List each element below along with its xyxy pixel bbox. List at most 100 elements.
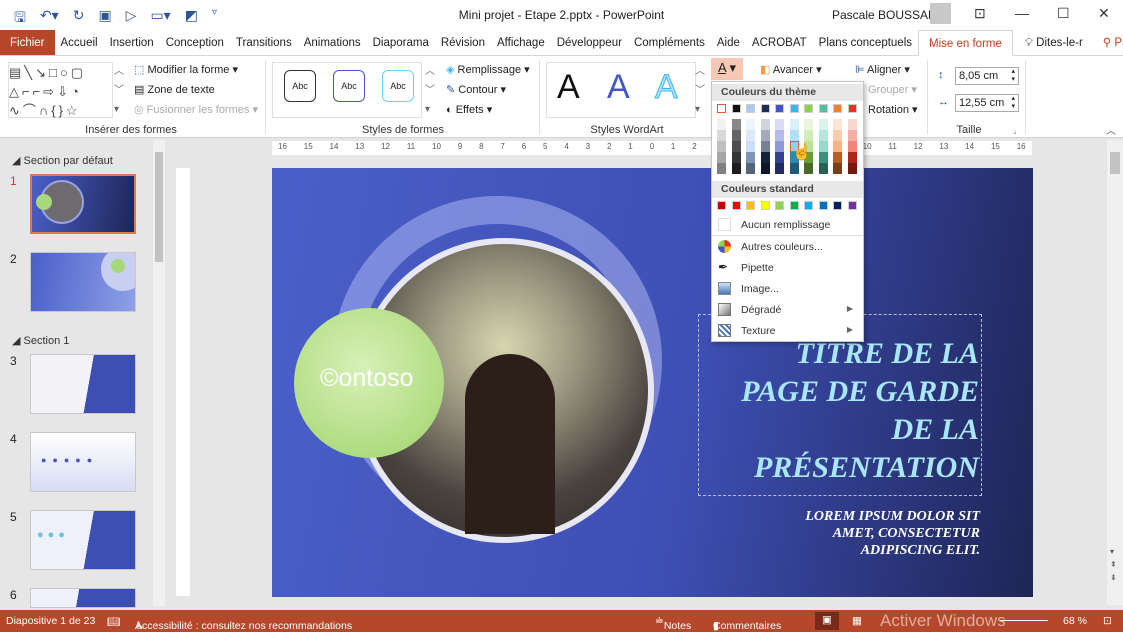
tab-insertion[interactable]: Insertion xyxy=(104,30,160,55)
theme-color-shade[interactable] xyxy=(775,130,784,141)
theme-color-swatch[interactable] xyxy=(760,104,770,113)
theme-color-shade[interactable] xyxy=(818,141,828,152)
theme-color-shade[interactable] xyxy=(804,163,813,174)
standard-color-swatch[interactable] xyxy=(847,201,857,210)
size-dialog-launcher[interactable]: ⌟ xyxy=(1013,126,1017,135)
tell-me[interactable]: 💡︎ Dites-le-r xyxy=(1013,30,1089,55)
notes-button[interactable]: ≐ Notes xyxy=(655,615,691,632)
section-default[interactable]: ◢ Section par défaut xyxy=(12,154,113,167)
shapes-gallery[interactable]: ▤╲↘□○▢ △⌐⌐⇨⇩◔ ∿⌒∩{}☆ xyxy=(8,62,113,118)
zoom-level[interactable]: 68 % xyxy=(1063,615,1087,627)
theme-color-shade[interactable] xyxy=(731,130,741,141)
group-button[interactable]: Grouper ▾ xyxy=(868,83,917,96)
theme-color-shade[interactable] xyxy=(789,119,799,130)
wordart-scroll[interactable]: ︿ ﹀ ▾ xyxy=(695,62,705,119)
theme-color-shade[interactable] xyxy=(775,163,784,174)
menu-item-eyedropper[interactable]: Pipette xyxy=(741,262,774,274)
tab-accueil[interactable]: Accueil xyxy=(55,30,104,55)
fit-to-window-button[interactable]: ⊡ xyxy=(1103,615,1112,627)
menu-item-no-fill[interactable]: Aucun remplissage xyxy=(741,219,830,231)
maximize-button[interactable]: ☐ xyxy=(1057,5,1070,22)
slide-canvas[interactable]: ©ontoso TITRE DE LA PAGE DE GARDE DE LA … xyxy=(272,168,1033,597)
theme-color-shade[interactable] xyxy=(746,130,755,141)
slide-sorter-button[interactable]: ▦ xyxy=(852,615,862,627)
merge-shapes-button[interactable]: ◎ Fusionner les formes ▾ xyxy=(134,103,258,116)
rotate-button[interactable]: Rotation ▾ xyxy=(868,103,918,116)
menu-item-gradient[interactable]: Dégradé ▶ xyxy=(741,304,861,316)
theme-color-shade[interactable] xyxy=(789,130,799,141)
theme-color-shade[interactable] xyxy=(847,119,857,130)
shape-style-3[interactable]: Abc xyxy=(382,70,414,102)
theme-color-shade[interactable] xyxy=(847,141,857,152)
user-name[interactable]: Pascale BOUSSARD xyxy=(832,8,945,22)
slide-thumbnail-4[interactable]: ●●●●● xyxy=(30,432,136,492)
theme-color-shade[interactable] xyxy=(760,130,770,141)
theme-color-shade[interactable] xyxy=(717,152,726,163)
theme-color-shade[interactable] xyxy=(833,152,842,163)
slides-pane-scrollbar[interactable] xyxy=(153,140,165,606)
theme-color-shade[interactable] xyxy=(833,163,842,174)
slide-thumbnail-6[interactable] xyxy=(30,588,136,608)
collapse-ribbon-icon[interactable]: ︿ xyxy=(1106,122,1116,137)
theme-color-shade[interactable] xyxy=(746,163,755,174)
subtitle[interactable]: LOREM IPSUM DOLOR SIT AMET, CONSECTETUR … xyxy=(712,508,980,559)
shape-styles-scroll[interactable]: ︿ ﹀ ▾ xyxy=(425,62,435,119)
bring-forward-button[interactable]: ◧ Avancer ▾ xyxy=(760,63,822,76)
tab-acrobat[interactable]: ACROBAT xyxy=(746,30,813,55)
spell-check-icon[interactable]: 📖︎ xyxy=(107,615,120,628)
text-box-button[interactable]: ▤ Zone de texte xyxy=(134,83,215,96)
theme-color-shade[interactable] xyxy=(804,119,813,130)
theme-color-shade[interactable] xyxy=(804,130,813,141)
theme-color-shade[interactable] xyxy=(717,130,726,141)
zoom-slider[interactable] xyxy=(1000,620,1048,621)
shape-style-2[interactable]: Abc xyxy=(333,70,365,102)
theme-color-shade[interactable] xyxy=(818,119,828,130)
editor-scrollbar[interactable]: ▾ ⇞ ⇟ xyxy=(1107,140,1123,605)
effects-button[interactable]: ◐ Effets ▾ xyxy=(446,103,492,116)
theme-color-shade[interactable] xyxy=(717,141,726,152)
normal-view-button[interactable]: ▣ xyxy=(815,612,839,630)
tab-revision[interactable]: Révision xyxy=(435,30,491,55)
theme-color-swatch[interactable] xyxy=(717,104,726,113)
theme-color-shade[interactable] xyxy=(775,119,784,130)
tab-affichage[interactable]: Affichage xyxy=(491,30,551,55)
avatar[interactable] xyxy=(930,3,951,24)
wordart-style-3[interactable]: A xyxy=(655,68,679,107)
height-input[interactable]: 8,05 cm ▴ ▾ xyxy=(955,67,1019,85)
tab-complements[interactable]: Compléments xyxy=(628,30,711,55)
tab-mise-en-forme[interactable]: Mise en forme xyxy=(918,30,1013,56)
close-button[interactable]: ✕ xyxy=(1098,5,1110,22)
theme-color-shade[interactable] xyxy=(818,163,828,174)
theme-color-shade[interactable] xyxy=(818,152,828,163)
ribbon-display-icon[interactable]: ⊡ xyxy=(974,5,986,22)
shape-style-1[interactable]: Abc xyxy=(284,70,316,102)
tab-plans-conceptuels[interactable]: Plans conceptuels xyxy=(813,30,918,55)
theme-color-shade[interactable] xyxy=(789,163,799,174)
theme-color-shade[interactable] xyxy=(731,141,741,152)
standard-color-swatch[interactable] xyxy=(833,201,842,210)
theme-color-shade[interactable] xyxy=(847,130,857,141)
theme-color-shade[interactable] xyxy=(760,119,770,130)
theme-color-shade[interactable] xyxy=(775,141,784,152)
theme-color-shade[interactable] xyxy=(731,152,741,163)
standard-color-swatch[interactable] xyxy=(760,201,770,210)
theme-color-shade[interactable] xyxy=(833,119,842,130)
edit-shape-button[interactable]: ⬚ Modifier la forme ▾ xyxy=(134,63,238,76)
theme-color-shade[interactable] xyxy=(833,141,842,152)
section-1[interactable]: ◢ Section 1 xyxy=(12,334,69,347)
share-button[interactable]: ⚲ Partager xyxy=(1089,30,1123,55)
theme-color-shade[interactable] xyxy=(717,119,726,130)
theme-color-shade[interactable] xyxy=(746,141,755,152)
theme-color-swatch[interactable] xyxy=(775,104,784,113)
theme-color-swatch[interactable] xyxy=(746,104,755,113)
theme-color-shade[interactable] xyxy=(760,152,770,163)
slide-thumbnail-1[interactable] xyxy=(30,174,136,234)
standard-color-swatch[interactable] xyxy=(804,201,813,210)
tab-developpeur[interactable]: Développeur xyxy=(551,30,628,55)
theme-color-shade[interactable] xyxy=(717,163,726,174)
theme-color-shade[interactable] xyxy=(746,152,755,163)
theme-color-shade[interactable] xyxy=(731,163,741,174)
theme-color-swatch[interactable] xyxy=(804,104,813,113)
theme-color-shade[interactable] xyxy=(818,130,828,141)
standard-color-swatch[interactable] xyxy=(789,201,799,210)
